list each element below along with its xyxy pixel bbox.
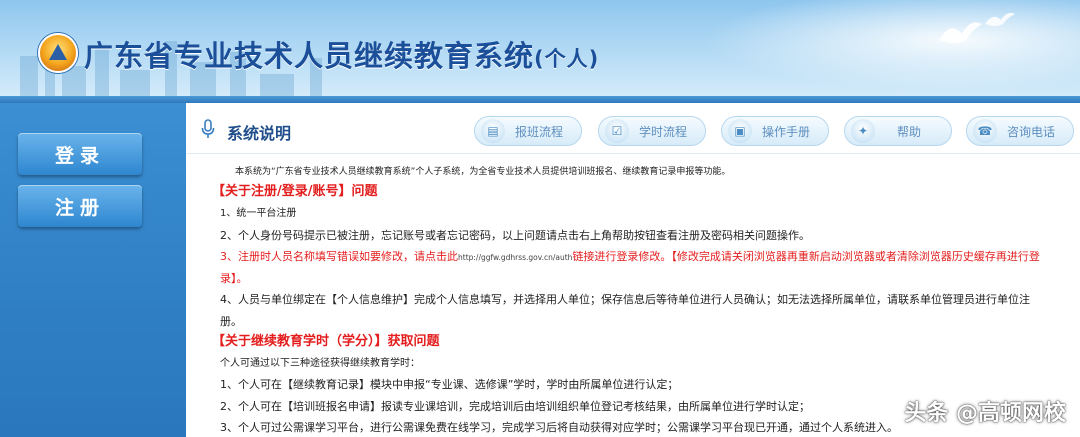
section-registration-title: 【关于注册/登录/账号】问题: [212, 184, 378, 199]
help-label: 帮助: [897, 124, 922, 139]
login-button[interactable]: 登录: [18, 133, 142, 175]
help-button[interactable]: ✦ 帮助: [844, 116, 952, 146]
registration-item-4: 4、人员与单位绑定在【个人信息维护】完成个人信息填写，并选择用人单位；保存信息后…: [220, 293, 1030, 306]
section-toolbar: 系统说明 ▤ 报班流程 ☑ 学时流程 ▣ 操作手册 ✦ 帮助 ☎ 咨询电话: [186, 103, 1080, 154]
section-title: 系统说明: [227, 124, 292, 143]
phone-list-icon: ☎: [973, 119, 997, 143]
site-title-suffix: (个人): [534, 47, 600, 71]
credit-hours-process-label: 学时流程: [639, 124, 688, 139]
site-title: 广东省专业技术人员继续教育系统(个人): [84, 33, 599, 75]
enrollment-process-button[interactable]: ▤ 报班流程: [474, 116, 582, 146]
credit-item-2: 2、个人可在【培训班报名申请】报读专业课培训，完成培训后由培训组织单位登记考核结…: [220, 400, 810, 413]
registration-item-2: 2、个人身份号码提示已被注册，忘记账号或者忘记密码，以上问题请点击右上角帮助按钮…: [220, 229, 810, 242]
registration-item-3-cont: 录】。: [220, 272, 248, 285]
lightbulb-icon: ✦: [851, 119, 875, 143]
doves-decoration: [930, 10, 1020, 66]
clipboard-icon: ▤: [481, 119, 505, 143]
auth-link[interactable]: http://ggfw.gdhrss.gov.cn/auth: [458, 253, 572, 262]
registration-item-3-text: 3、注册时人员名称填写错误如要修改，请点击此: [220, 250, 458, 263]
manual-icon: ▣: [728, 119, 752, 143]
hotline-button[interactable]: ☎ 咨询电话: [966, 116, 1074, 146]
enrollment-process-label: 报班流程: [515, 124, 564, 139]
site-title-main: 广东省专业技术人员继续教育系统: [84, 39, 535, 73]
hotline-label: 咨询电话: [1007, 124, 1056, 139]
registration-item-4-cont: 册。: [220, 315, 242, 328]
credit-item-3: 3、个人可过公需课学习平台，进行公需课免费在线学习，完成学习后将自动获得对应学时…: [220, 421, 898, 434]
register-button[interactable]: 注册: [18, 185, 142, 227]
registration-item-3: 3、注册时人员名称填写错误如要修改，请点击此http://ggfw.gdhrss…: [220, 249, 1040, 266]
microphone-icon: [201, 119, 215, 138]
registration-item-1: 1、统一平台注册: [220, 208, 297, 219]
credit-hours-process-button[interactable]: ☑ 学时流程: [598, 116, 706, 146]
site-header: 广东省专业技术人员继续教育系统(个人): [0, 0, 1080, 103]
checklist-icon: ☑: [605, 119, 629, 143]
section-credit-title: 【关于继续教育学时（学分）】获取问题: [212, 334, 440, 349]
credit-intro: 个人可通过以下三种途径获得继续教育学时：: [220, 358, 420, 369]
intro-text: 本系统为“广东省专业技术人员继续教育系统”个人子系统，为全省专业技术人员提供培训…: [235, 167, 731, 177]
watermark: 头条 @高顿网校: [904, 401, 1066, 426]
user-manual-button[interactable]: ▣ 操作手册: [721, 116, 829, 146]
user-manual-label: 操作手册: [762, 124, 811, 139]
site-logo-icon: [38, 33, 78, 73]
registration-item-3-note: 链接进行登录修改。【修改完成请关闭浏览器再重新启动浏览器或者清除浏览器历史缓存再…: [572, 250, 1040, 263]
credit-item-1: 1、个人可在【继续教育记录】模块中申报“专业课、选修课”学时，学时由所属单位进行…: [220, 378, 679, 391]
